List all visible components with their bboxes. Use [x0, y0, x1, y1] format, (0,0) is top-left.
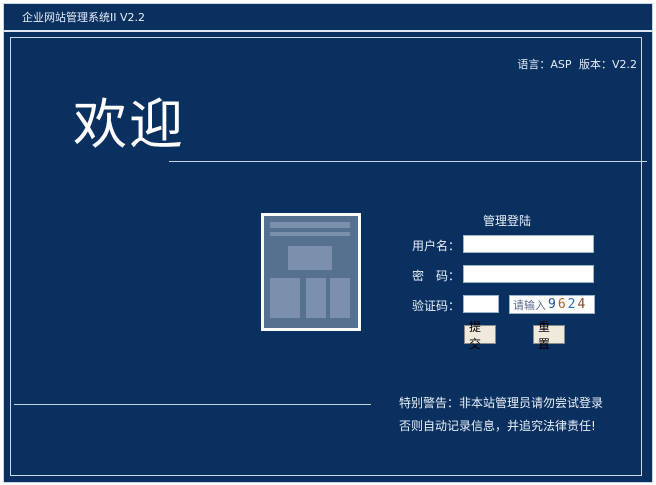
- language-label: 语言：ASP: [517, 58, 572, 71]
- captcha-digit: 6: [557, 297, 568, 312]
- title-bar: 企业网站管理系统II V2.2: [4, 4, 652, 26]
- title-divider: [4, 30, 652, 32]
- warning-line-2: 否则自动记录信息，并追究法律责任!: [399, 419, 596, 433]
- captcha-image[interactable]: 请输入 9624: [509, 295, 595, 314]
- reset-button[interactable]: 重置: [533, 320, 565, 351]
- login-title: 管理登陆: [483, 214, 532, 228]
- app-window: 企业网站管理系统II V2.2 语言：ASP 版本：V2.2 欢迎 管理登陆 用…: [3, 3, 653, 483]
- captcha-code: 9624: [548, 297, 587, 312]
- language-version-info: 语言：ASP 版本：V2.2: [513, 56, 637, 72]
- divider-top: [169, 161, 647, 162]
- password-label: 密 码：: [411, 269, 460, 283]
- warning-line-1: 特别警告：非本站管理员请勿尝试登录: [399, 396, 604, 410]
- welcome-heading: 欢迎: [73, 93, 185, 156]
- window-title: 企业网站管理系统II V2.2: [22, 11, 146, 24]
- password-input[interactable]: [463, 265, 594, 283]
- version-label: 版本：V2.2: [578, 58, 637, 71]
- divider-bottom: [14, 404, 371, 405]
- captcha-label: 验证码：: [411, 299, 460, 313]
- username-input[interactable]: [463, 235, 594, 253]
- main-panel: 语言：ASP 版本：V2.2 欢迎 管理登陆 用户名： 密 码： 验证码： 请输…: [10, 37, 647, 476]
- username-label: 用户名：: [411, 239, 460, 253]
- thumbnail-image: [264, 216, 358, 328]
- captcha-input[interactable]: [463, 295, 499, 313]
- captcha-digit: 4: [577, 297, 588, 312]
- decorative-thumbnail: [261, 213, 361, 331]
- captcha-digit: 9: [548, 297, 558, 312]
- submit-button[interactable]: 提交: [464, 320, 496, 351]
- captcha-digit: 2: [567, 297, 578, 312]
- captcha-hint: 请输入: [513, 298, 546, 312]
